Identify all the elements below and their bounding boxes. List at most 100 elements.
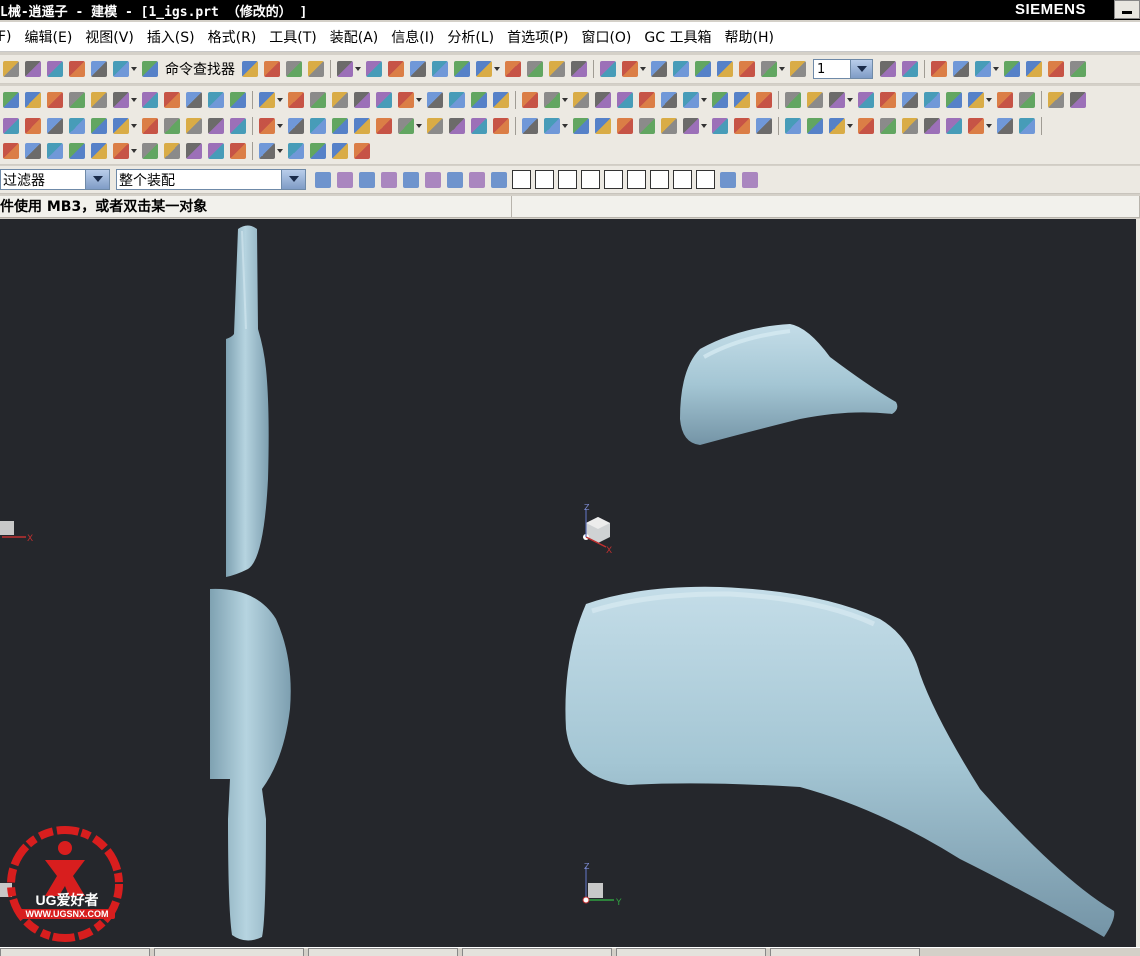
toolbar-tool-icon[interactable]: [310, 92, 326, 108]
toolbar-tool-icon[interactable]: [3, 118, 19, 134]
taskbar-item[interactable]: [462, 948, 612, 956]
chevron-down-icon[interactable]: [277, 98, 283, 102]
toolbar-tool-icon[interactable]: [931, 61, 947, 77]
selection-tool-icon[interactable]: [425, 171, 441, 188]
toolbar-tool-icon[interactable]: [3, 61, 19, 77]
toolbar-tool-icon[interactable]: [1019, 92, 1035, 108]
chevron-down-icon[interactable]: [640, 67, 646, 71]
toolbar-tool-icon[interactable]: [186, 92, 202, 108]
toolbar-tool-icon[interactable]: [186, 143, 202, 159]
toolbar-tool-icon[interactable]: [259, 143, 275, 159]
toolbar-tool-icon[interactable]: [734, 118, 750, 134]
menu-item[interactable]: 插入(S): [147, 27, 195, 47]
toolbar-tool-icon[interactable]: [69, 118, 85, 134]
minimize-button[interactable]: [1114, 0, 1140, 19]
toolbar-tool-icon[interactable]: [366, 61, 382, 77]
toolbar-tool-icon[interactable]: [807, 118, 823, 134]
toolbar-tool-icon[interactable]: [142, 118, 158, 134]
menu-item[interactable]: 窗口(O): [581, 27, 631, 47]
toolbar-tool-icon[interactable]: [785, 118, 801, 134]
toolbar-tool-icon[interactable]: [3, 143, 19, 159]
toolbar-tool-icon[interactable]: [902, 92, 918, 108]
selection-tool-icon[interactable]: [447, 171, 463, 188]
toolbar-tool-icon[interactable]: [1070, 61, 1086, 77]
selection-tool-icon[interactable]: [315, 171, 331, 188]
toolbar-tool-icon[interactable]: [880, 61, 896, 77]
toolbar-tool-icon[interactable]: [308, 61, 324, 77]
toolbar-tool-icon[interactable]: [790, 61, 806, 77]
menu-item[interactable]: 分析(L): [447, 27, 494, 47]
toolbar-tool-icon[interactable]: [549, 61, 565, 77]
toolbar-tool-icon[interactable]: [997, 118, 1013, 134]
chevron-down-icon[interactable]: [850, 60, 872, 78]
toolbar-tool-icon[interactable]: [47, 92, 63, 108]
toolbar-tool-icon[interactable]: [208, 118, 224, 134]
chevron-down-icon[interactable]: [355, 67, 361, 71]
toolbar-tool-icon[interactable]: [91, 143, 107, 159]
toolbar-tool-icon[interactable]: [471, 118, 487, 134]
toolbar-tool-icon[interactable]: [242, 61, 258, 77]
toolbar-tool-icon[interactable]: [454, 61, 470, 77]
snap-point-button[interactable]: [696, 170, 715, 189]
chevron-down-icon[interactable]: [85, 170, 109, 189]
chevron-down-icon[interactable]: [131, 149, 137, 153]
toolbar-tool-icon[interactable]: [595, 118, 611, 134]
snap-point-button[interactable]: [627, 170, 646, 189]
toolbar-tool-icon[interactable]: [493, 92, 509, 108]
toolbar-tool-icon[interactable]: [337, 61, 353, 77]
toolbar-tool-icon[interactable]: [398, 92, 414, 108]
toolbar-tool-icon[interactable]: [1004, 61, 1020, 77]
selection-tool-icon[interactable]: [403, 171, 419, 188]
toolbar-tool-icon[interactable]: [600, 61, 616, 77]
chevron-down-icon[interactable]: [779, 67, 785, 71]
toolbar-tool-icon[interactable]: [661, 118, 677, 134]
toolbar-tool-icon[interactable]: [639, 118, 655, 134]
toolbar-tool-icon[interactable]: [1048, 92, 1064, 108]
toolbar-tool-icon[interactable]: [968, 92, 984, 108]
toolbar-tool-icon[interactable]: [902, 61, 918, 77]
toolbar-tool-icon[interactable]: [142, 61, 158, 77]
toolbar-tool-icon[interactable]: [683, 92, 699, 108]
toolbar-tool-icon[interactable]: [310, 143, 326, 159]
menu-item[interactable]: 视图(V): [85, 27, 134, 47]
toolbar-tool-icon[interactable]: [230, 118, 246, 134]
toolbar-tool-icon[interactable]: [924, 92, 940, 108]
toolbar-tool-icon[interactable]: [858, 118, 874, 134]
toolbar-tool-icon[interactable]: [1026, 61, 1042, 77]
toolbar-tool-icon[interactable]: [164, 143, 180, 159]
toolbar-tool-icon[interactable]: [259, 92, 275, 108]
toolbar-tool-icon[interactable]: [25, 61, 41, 77]
toolbar-tool-icon[interactable]: [332, 118, 348, 134]
chevron-down-icon[interactable]: [494, 67, 500, 71]
toolbar-tool-icon[interactable]: [785, 92, 801, 108]
toolbar-tool-icon[interactable]: [734, 92, 750, 108]
toolbar-tool-icon[interactable]: [376, 118, 392, 134]
snap-point-button[interactable]: [535, 170, 554, 189]
menu-item[interactable]: GC 工具箱: [644, 27, 711, 47]
toolbar-tool-icon[interactable]: [673, 61, 689, 77]
toolbar-tool-icon[interactable]: [186, 118, 202, 134]
selection-tool-icon[interactable]: [742, 171, 758, 188]
toolbar-tool-icon[interactable]: [522, 118, 538, 134]
toolbar-tool-icon[interactable]: [651, 61, 667, 77]
selection-tool-icon[interactable]: [381, 171, 397, 188]
toolbar-tool-icon[interactable]: [1019, 118, 1035, 134]
toolbar-tool-icon[interactable]: [354, 118, 370, 134]
menu-item[interactable]: 工具(T): [269, 27, 316, 47]
chevron-down-icon[interactable]: [281, 170, 305, 189]
toolbar-tool-icon[interactable]: [573, 118, 589, 134]
menu-item[interactable]: F): [0, 29, 12, 45]
toolbar-tool-icon[interactable]: [264, 61, 280, 77]
toolbar-tool-icon[interactable]: [807, 92, 823, 108]
chevron-down-icon[interactable]: [701, 98, 707, 102]
toolbar-tool-icon[interactable]: [739, 61, 755, 77]
toolbar-tool-icon[interactable]: [756, 118, 772, 134]
toolbar-tool-icon[interactable]: [617, 118, 633, 134]
chevron-down-icon[interactable]: [416, 98, 422, 102]
snap-point-button[interactable]: [650, 170, 669, 189]
toolbar-tool-icon[interactable]: [717, 61, 733, 77]
toolbar-tool-icon[interactable]: [975, 61, 991, 77]
toolbar-tool-icon[interactable]: [259, 118, 275, 134]
toolbar-tool-icon[interactable]: [25, 92, 41, 108]
toolbar-tool-icon[interactable]: [113, 61, 129, 77]
